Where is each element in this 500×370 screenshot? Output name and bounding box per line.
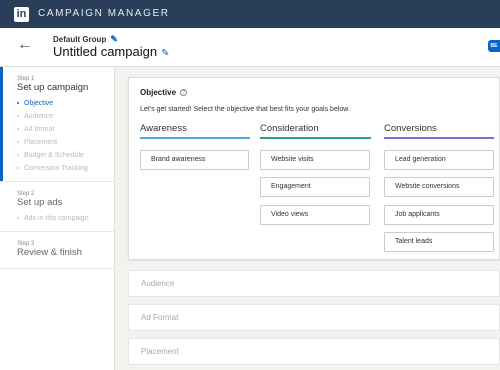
objective-subtitle: Let's get started! Select the objective … xyxy=(140,106,350,113)
bullet-icon xyxy=(17,217,19,220)
objective-video-views-button[interactable]: Video views xyxy=(260,205,370,225)
bullet-icon xyxy=(17,128,19,131)
section-audience[interactable]: Audience xyxy=(128,270,500,297)
step-title[interactable]: Set up ads xyxy=(17,197,114,208)
edit-pencil-icon[interactable]: ✎ xyxy=(161,48,169,59)
edit-pencil-icon[interactable]: ✎ xyxy=(110,34,118,44)
campaign-group-name: Default Group xyxy=(53,35,107,44)
step-title[interactable]: Review & finish xyxy=(17,247,114,258)
section-placement[interactable]: Placement xyxy=(128,338,500,365)
sidebar-item-label: Objective xyxy=(24,100,54,107)
help-icon[interactable]: ? xyxy=(180,89,188,97)
sidebar-item-objective[interactable]: Objective xyxy=(17,97,114,110)
objective-website-visits-button[interactable]: Website visits xyxy=(260,150,370,170)
step-3: Step 3 Review & finish xyxy=(0,232,114,269)
objective-brand-awareness-button[interactable]: Brand awareness xyxy=(140,150,249,170)
sidebar-item-label: Audience xyxy=(24,113,54,120)
objective-job-applicants-button[interactable]: Job applicants xyxy=(384,205,494,225)
bullet-icon xyxy=(17,141,19,144)
sidebar-item-label: Ads in this campaign xyxy=(24,215,89,222)
back-arrow-icon[interactable]: ← xyxy=(17,36,33,54)
sidebar-item-budget-schedule[interactable]: Budget & Schedule xyxy=(17,149,114,162)
column-awareness: Awareness xyxy=(140,123,250,139)
top-bar: in CAMPAIGN MANAGER xyxy=(0,0,500,28)
corner-button[interactable]: BE xyxy=(488,40,500,52)
app-title: CAMPAIGN MANAGER xyxy=(38,8,170,19)
linkedin-logo-icon[interactable]: in xyxy=(14,7,29,22)
sidebar-item-label: Placement xyxy=(24,139,58,146)
campaign-title-text: Untitled campaign xyxy=(53,44,158,59)
step-1: Step 1 Set up campaign Objective Audienc… xyxy=(0,67,114,182)
campaign-title: Untitled campaign ✎ xyxy=(53,44,169,59)
objective-engagement-button[interactable]: Engagement xyxy=(260,177,370,197)
step-2: Step 2 Set up ads Ads in this campaign xyxy=(0,182,114,232)
column-heading: Awareness xyxy=(140,123,250,139)
objective-title: Objective? xyxy=(140,88,188,97)
campaign-header: ← Default Group ✎ Untitled campaign ✎ BE xyxy=(0,28,500,67)
sidebar-item-placement[interactable]: Placement xyxy=(17,136,114,149)
objective-title-text: Objective xyxy=(140,88,177,97)
sidebar-item-audience[interactable]: Audience xyxy=(17,110,114,123)
column-heading: Consideration xyxy=(260,123,371,139)
sidebar-item-conversion-tracking[interactable]: Conversion Tracking xyxy=(17,162,114,175)
objective-lead-generation-button[interactable]: Lead generation xyxy=(384,150,494,170)
column-consideration: Consideration xyxy=(260,123,371,139)
bullet-icon xyxy=(17,102,19,105)
objective-talent-leads-button[interactable]: Talent leads xyxy=(384,232,494,252)
sidebar-item-label: Conversion Tracking xyxy=(24,165,88,172)
sidebar-item-label: Budget & Schedule xyxy=(24,152,84,159)
sidebar-item-ad-format[interactable]: Ad format xyxy=(17,123,114,136)
step-title[interactable]: Set up campaign xyxy=(17,82,114,93)
objective-card: Objective? Let's get started! Select the… xyxy=(128,77,500,260)
column-heading: Conversions xyxy=(384,123,494,139)
sidebar-item-ads-in-campaign[interactable]: Ads in this campaign xyxy=(17,212,114,225)
bullet-icon xyxy=(17,167,19,170)
sidebar-item-label: Ad format xyxy=(24,126,55,133)
column-conversions: Conversions xyxy=(384,123,494,139)
steps-sidebar: Step 1 Set up campaign Objective Audienc… xyxy=(0,67,115,370)
objective-website-conversions-button[interactable]: Website conversions xyxy=(384,177,494,197)
section-ad-format[interactable]: Ad Format xyxy=(128,304,500,331)
bullet-icon xyxy=(17,154,19,157)
bullet-icon xyxy=(17,115,19,118)
